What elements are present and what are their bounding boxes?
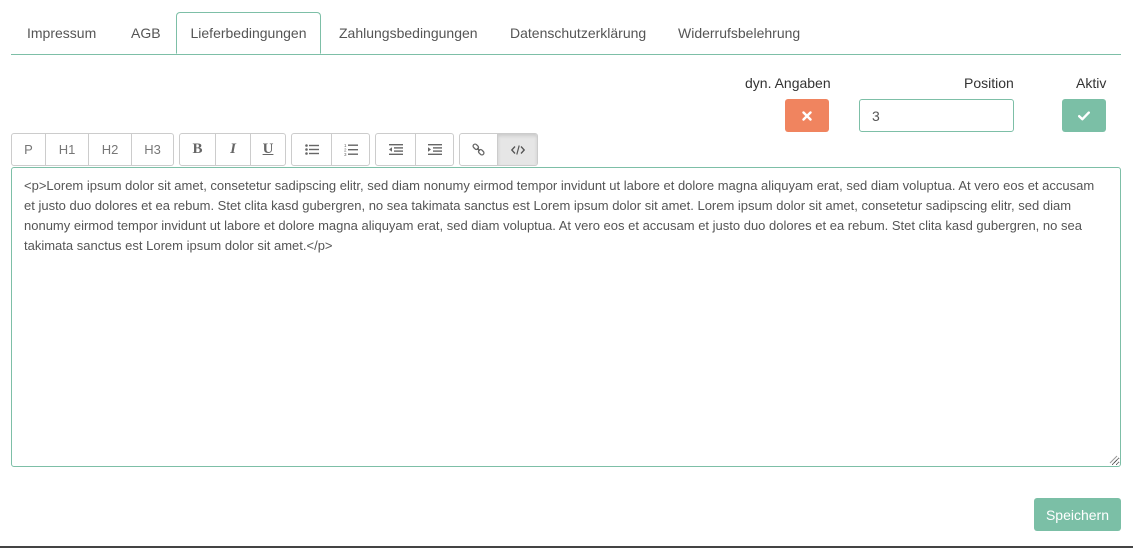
check-icon — [1078, 110, 1090, 121]
svg-text:3: 3 — [344, 152, 347, 156]
dyn-angaben-label: dyn. Angaben — [745, 75, 831, 91]
aktiv-label: Aktiv — [1076, 75, 1107, 91]
h2-button[interactable]: H2 — [89, 134, 132, 165]
paragraph-button[interactable]: P — [12, 134, 46, 165]
outdent-icon — [388, 144, 403, 155]
tab-datenschutzerklaerung[interactable]: Datenschutzerklärung — [510, 12, 646, 53]
h3-button[interactable]: H3 — [132, 134, 173, 165]
position-input[interactable] — [859, 99, 1014, 132]
bold-button[interactable]: B — [180, 134, 216, 165]
tab-lieferbedingungen[interactable]: Lieferbedingungen — [176, 12, 321, 54]
link-button[interactable] — [460, 134, 498, 165]
tab-widerrufsbelehrung[interactable]: Widerrufsbelehrung — [678, 12, 800, 53]
outdent-button[interactable] — [376, 134, 416, 165]
h1-button[interactable]: H1 — [46, 134, 89, 165]
link-icon — [472, 143, 485, 156]
aktiv-toggle-button[interactable] — [1062, 99, 1106, 132]
toolbar-indent-group — [375, 133, 454, 166]
numbered-list-icon: 1 2 3 — [344, 143, 358, 156]
bullet-list-button[interactable] — [292, 134, 332, 165]
toolbar-list-group: 1 2 3 — [291, 133, 370, 166]
toolbar-style-group: B I U — [179, 133, 286, 166]
underline-button[interactable]: U — [251, 134, 285, 165]
save-button[interactable]: Speichern — [1034, 498, 1121, 531]
tab-bar: Impressum AGB Lieferbedingungen Zahlungs… — [11, 12, 1121, 55]
italic-button[interactable]: I — [216, 134, 251, 165]
indent-button[interactable] — [416, 134, 453, 165]
toolbar-format-group: P H1 H2 H3 — [11, 133, 174, 166]
dyn-angaben-toggle-button[interactable] — [785, 99, 829, 132]
code-view-icon — [510, 144, 525, 155]
tab-agb[interactable]: AGB — [131, 12, 161, 53]
numbered-list-button[interactable]: 1 2 3 — [332, 134, 369, 165]
close-icon — [802, 110, 812, 121]
html-source-editor[interactable]: <p>Lorem ipsum dolor sit amet, consetetu… — [11, 167, 1121, 467]
indent-icon — [427, 144, 442, 155]
tab-zahlungsbedingungen[interactable]: Zahlungsbedingungen — [339, 12, 478, 53]
bullet-list-icon — [304, 144, 319, 155]
editor-content: <p>Lorem ipsum dolor sit amet, consetetu… — [24, 178, 1095, 253]
position-label: Position — [964, 75, 1014, 91]
toolbar-misc-group — [459, 133, 538, 166]
code-view-button[interactable] — [498, 134, 537, 165]
tab-impressum[interactable]: Impressum — [27, 12, 96, 53]
resize-handle-icon[interactable] — [1109, 455, 1118, 464]
